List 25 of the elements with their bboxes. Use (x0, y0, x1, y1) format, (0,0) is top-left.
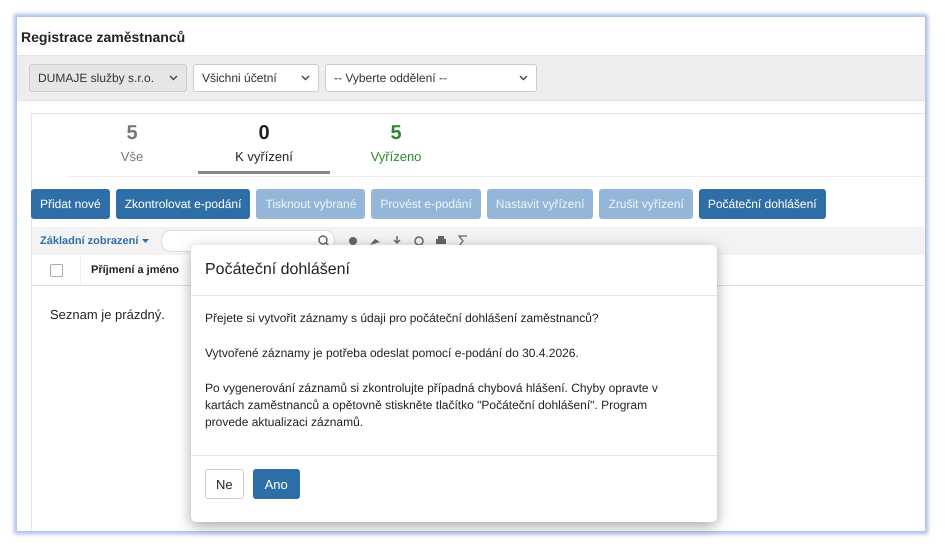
action-button[interactable]: Počáteční dohlášení (698, 189, 826, 219)
view-dropdown[interactable]: Základní zobrazení (40, 235, 150, 247)
status-tab[interactable]: 5 Vše (66, 114, 198, 174)
page-title: Registrace zaměstnanců (20, 28, 186, 47)
dialog-text: Po vygenerování záznamů si zkontrolujte případná chybová hlášení. Chyby opravte v kartách zaměstnanců a opětovně stiskněte tlačítko "Počáteční dohlášení". Program provede aktualizaci záznamů. (205, 380, 659, 431)
dialog-text: Vytvořené záznamy je potřeba odeslat pomocí e-podání do 30.4.2026. (205, 345, 580, 362)
chevron-icon (169, 75, 178, 81)
empty-message: Seznam je prázdný. (50, 307, 165, 322)
dialog-title: Počáteční dohlášení (205, 261, 350, 279)
dialog-text: Přejete si vytvořit záznamy s údaji pro počáteční dohlášení zaměstnanců? (205, 310, 600, 327)
dropdown[interactable]: Všichni účetní (193, 64, 319, 92)
status-tab[interactable]: 5 Vyřízeno (330, 114, 462, 174)
print-icon[interactable] (435, 235, 448, 247)
status-tab[interactable]: 0 K vyřízení (198, 114, 330, 174)
dropdown[interactable]: -- Vyberte oddělení -- (325, 64, 537, 92)
column-header[interactable]: Příjmení a jméno (81, 264, 180, 276)
dialog-button[interactable]: Ne (205, 469, 244, 499)
chevron-icon (301, 75, 310, 81)
select-all-checkbox[interactable] (50, 264, 62, 276)
search-icon (318, 235, 330, 247)
action-button[interactable]: Přidat nové (31, 189, 110, 219)
chevron-icon (519, 75, 528, 81)
caret-icon (142, 239, 150, 243)
action-button[interactable]: Zkontrolovat e-podání (116, 189, 250, 219)
dialog-button[interactable]: Ano (252, 469, 300, 499)
